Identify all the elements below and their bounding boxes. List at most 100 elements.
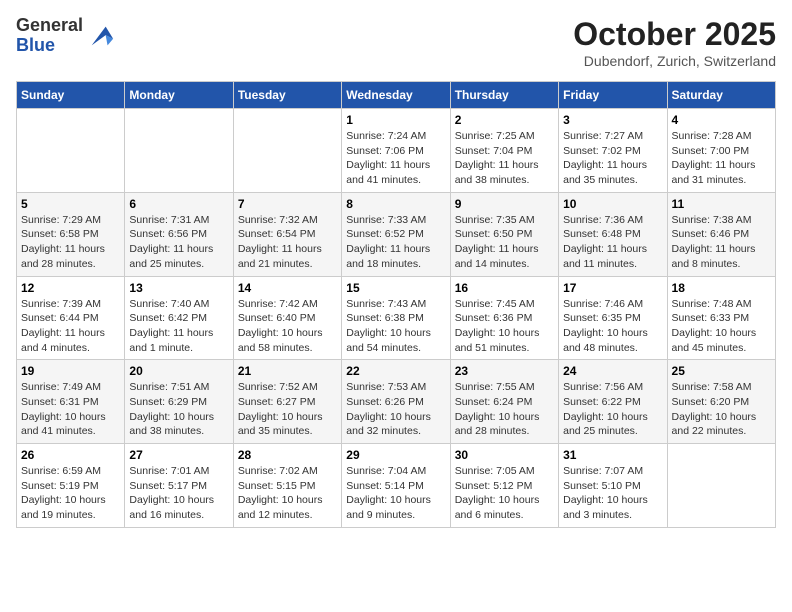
day-info: Sunrise: 7:45 AM Sunset: 6:36 PM Dayligh… [455, 297, 554, 356]
calendar-cell: 28 Sunrise: 7:02 AM Sunset: 5:15 PM Dayli… [233, 444, 341, 528]
day-info: Sunrise: 7:48 AM Sunset: 6:33 PM Dayligh… [672, 297, 771, 356]
day-info: Sunrise: 7:05 AM Sunset: 5:12 PM Dayligh… [455, 464, 554, 523]
day-info: Sunrise: 7:42 AM Sunset: 6:40 PM Dayligh… [238, 297, 337, 356]
calendar-cell [667, 444, 775, 528]
calendar-cell: 29 Sunrise: 7:04 AM Sunset: 5:14 PM Dayli… [342, 444, 450, 528]
day-number: 8 [346, 197, 445, 211]
calendar-header: SundayMondayTuesdayWednesdayThursdayFrid… [17, 82, 776, 109]
location: Dubendorf, Zurich, Switzerland [573, 53, 776, 69]
header-day: Friday [559, 82, 667, 109]
day-number: 29 [346, 448, 445, 462]
day-number: 14 [238, 281, 337, 295]
day-info: Sunrise: 7:36 AM Sunset: 6:48 PM Dayligh… [563, 213, 662, 272]
day-info: Sunrise: 7:29 AM Sunset: 6:58 PM Dayligh… [21, 213, 120, 272]
calendar-table: SundayMondayTuesdayWednesdayThursdayFrid… [16, 81, 776, 528]
calendar-cell: 15 Sunrise: 7:43 AM Sunset: 6:38 PM Dayli… [342, 276, 450, 360]
day-number: 9 [455, 197, 554, 211]
day-number: 5 [21, 197, 120, 211]
logo-icon [87, 22, 115, 50]
calendar-cell: 18Sunrise: 7:48 AM Sunset: 6:33 PM Dayli… [667, 276, 775, 360]
header-row: SundayMondayTuesdayWednesdayThursdayFrid… [17, 82, 776, 109]
month-title: October 2025 [573, 16, 776, 53]
header-day: Monday [125, 82, 233, 109]
day-info: Sunrise: 7:07 AM Sunset: 5:10 PM Dayligh… [563, 464, 662, 523]
header-day: Tuesday [233, 82, 341, 109]
day-number: 7 [238, 197, 337, 211]
day-info: Sunrise: 7:38 AM Sunset: 6:46 PM Dayligh… [672, 213, 771, 272]
day-info: Sunrise: 7:58 AM Sunset: 6:20 PM Dayligh… [672, 380, 771, 439]
day-info: Sunrise: 7:49 AM Sunset: 6:31 PM Dayligh… [21, 380, 120, 439]
calendar-cell: 6 Sunrise: 7:31 AM Sunset: 6:56 PM Daylig… [125, 192, 233, 276]
day-info: Sunrise: 7:39 AM Sunset: 6:44 PM Dayligh… [21, 297, 120, 356]
day-info: Sunrise: 7:56 AM Sunset: 6:22 PM Dayligh… [563, 380, 662, 439]
day-info: Sunrise: 7:04 AM Sunset: 5:14 PM Dayligh… [346, 464, 445, 523]
day-number: 31 [563, 448, 662, 462]
day-number: 26 [21, 448, 120, 462]
title-area: October 2025 Dubendorf, Zurich, Switzerl… [573, 16, 776, 69]
day-info: Sunrise: 6:59 AM Sunset: 5:19 PM Dayligh… [21, 464, 120, 523]
day-number: 3 [563, 113, 662, 127]
calendar-week: 26 Sunrise: 6:59 AM Sunset: 5:19 PM Dayli… [17, 444, 776, 528]
calendar-cell: 16 Sunrise: 7:45 AM Sunset: 6:36 PM Dayli… [450, 276, 558, 360]
day-info: Sunrise: 7:43 AM Sunset: 6:38 PM Dayligh… [346, 297, 445, 356]
day-number: 22 [346, 364, 445, 378]
day-number: 1 [346, 113, 445, 127]
day-info: Sunrise: 7:28 AM Sunset: 7:00 PM Dayligh… [672, 129, 771, 188]
page-header: General Blue October 2025 Dubendorf, Zur… [16, 16, 776, 69]
day-number: 25 [672, 364, 771, 378]
day-info: Sunrise: 7:02 AM Sunset: 5:15 PM Dayligh… [238, 464, 337, 523]
calendar-cell: 9 Sunrise: 7:35 AM Sunset: 6:50 PM Daylig… [450, 192, 558, 276]
calendar-cell: 19Sunrise: 7:49 AM Sunset: 6:31 PM Dayli… [17, 360, 125, 444]
calendar-cell: 5 Sunrise: 7:29 AM Sunset: 6:58 PM Daylig… [17, 192, 125, 276]
day-info: Sunrise: 7:53 AM Sunset: 6:26 PM Dayligh… [346, 380, 445, 439]
day-number: 27 [129, 448, 228, 462]
day-info: Sunrise: 7:46 AM Sunset: 6:35 PM Dayligh… [563, 297, 662, 356]
calendar-cell: 27 Sunrise: 7:01 AM Sunset: 5:17 PM Dayli… [125, 444, 233, 528]
day-number: 6 [129, 197, 228, 211]
day-number: 17 [563, 281, 662, 295]
day-info: Sunrise: 7:31 AM Sunset: 6:56 PM Dayligh… [129, 213, 228, 272]
header-day: Sunday [17, 82, 125, 109]
day-info: Sunrise: 7:32 AM Sunset: 6:54 PM Dayligh… [238, 213, 337, 272]
day-info: Sunrise: 7:33 AM Sunset: 6:52 PM Dayligh… [346, 213, 445, 272]
day-number: 10 [563, 197, 662, 211]
calendar-cell: 23Sunrise: 7:55 AM Sunset: 6:24 PM Dayli… [450, 360, 558, 444]
calendar-cell: 8 Sunrise: 7:33 AM Sunset: 6:52 PM Daylig… [342, 192, 450, 276]
calendar-week: 12 Sunrise: 7:39 AM Sunset: 6:44 PM Dayli… [17, 276, 776, 360]
header-day: Saturday [667, 82, 775, 109]
calendar-cell: 17 Sunrise: 7:46 AM Sunset: 6:35 PM Dayli… [559, 276, 667, 360]
calendar-week: 1 Sunrise: 7:24 AM Sunset: 7:06 PM Daylig… [17, 109, 776, 193]
calendar-cell: 30 Sunrise: 7:05 AM Sunset: 5:12 PM Dayli… [450, 444, 558, 528]
calendar-cell: 10 Sunrise: 7:36 AM Sunset: 6:48 PM Dayli… [559, 192, 667, 276]
calendar-cell: 2 Sunrise: 7:25 AM Sunset: 7:04 PM Daylig… [450, 109, 558, 193]
day-info: Sunrise: 7:52 AM Sunset: 6:27 PM Dayligh… [238, 380, 337, 439]
day-number: 24 [563, 364, 662, 378]
day-number: 15 [346, 281, 445, 295]
day-info: Sunrise: 7:51 AM Sunset: 6:29 PM Dayligh… [129, 380, 228, 439]
calendar-body: 1 Sunrise: 7:24 AM Sunset: 7:06 PM Daylig… [17, 109, 776, 528]
calendar-cell: 20 Sunrise: 7:51 AM Sunset: 6:29 PM Dayli… [125, 360, 233, 444]
calendar-cell: 7 Sunrise: 7:32 AM Sunset: 6:54 PM Daylig… [233, 192, 341, 276]
day-number: 16 [455, 281, 554, 295]
calendar-week: 19Sunrise: 7:49 AM Sunset: 6:31 PM Dayli… [17, 360, 776, 444]
calendar-cell: 3Sunrise: 7:27 AM Sunset: 7:02 PM Daylig… [559, 109, 667, 193]
day-number: 2 [455, 113, 554, 127]
calendar-cell: 22 Sunrise: 7:53 AM Sunset: 6:26 PM Dayli… [342, 360, 450, 444]
day-number: 30 [455, 448, 554, 462]
day-info: Sunrise: 7:25 AM Sunset: 7:04 PM Dayligh… [455, 129, 554, 188]
calendar-week: 5 Sunrise: 7:29 AM Sunset: 6:58 PM Daylig… [17, 192, 776, 276]
day-number: 12 [21, 281, 120, 295]
day-number: 21 [238, 364, 337, 378]
day-info: Sunrise: 7:24 AM Sunset: 7:06 PM Dayligh… [346, 129, 445, 188]
header-day: Wednesday [342, 82, 450, 109]
day-info: Sunrise: 7:01 AM Sunset: 5:17 PM Dayligh… [129, 464, 228, 523]
day-info: Sunrise: 7:35 AM Sunset: 6:50 PM Dayligh… [455, 213, 554, 272]
calendar-cell: 31 Sunrise: 7:07 AM Sunset: 5:10 PM Dayli… [559, 444, 667, 528]
day-number: 4 [672, 113, 771, 127]
calendar-cell: 11 Sunrise: 7:38 AM Sunset: 6:46 PM Dayli… [667, 192, 775, 276]
calendar-cell: 25 Sunrise: 7:58 AM Sunset: 6:20 PM Dayli… [667, 360, 775, 444]
day-number: 11 [672, 197, 771, 211]
day-number: 20 [129, 364, 228, 378]
day-number: 28 [238, 448, 337, 462]
calendar-cell: 14 Sunrise: 7:42 AM Sunset: 6:40 PM Dayli… [233, 276, 341, 360]
